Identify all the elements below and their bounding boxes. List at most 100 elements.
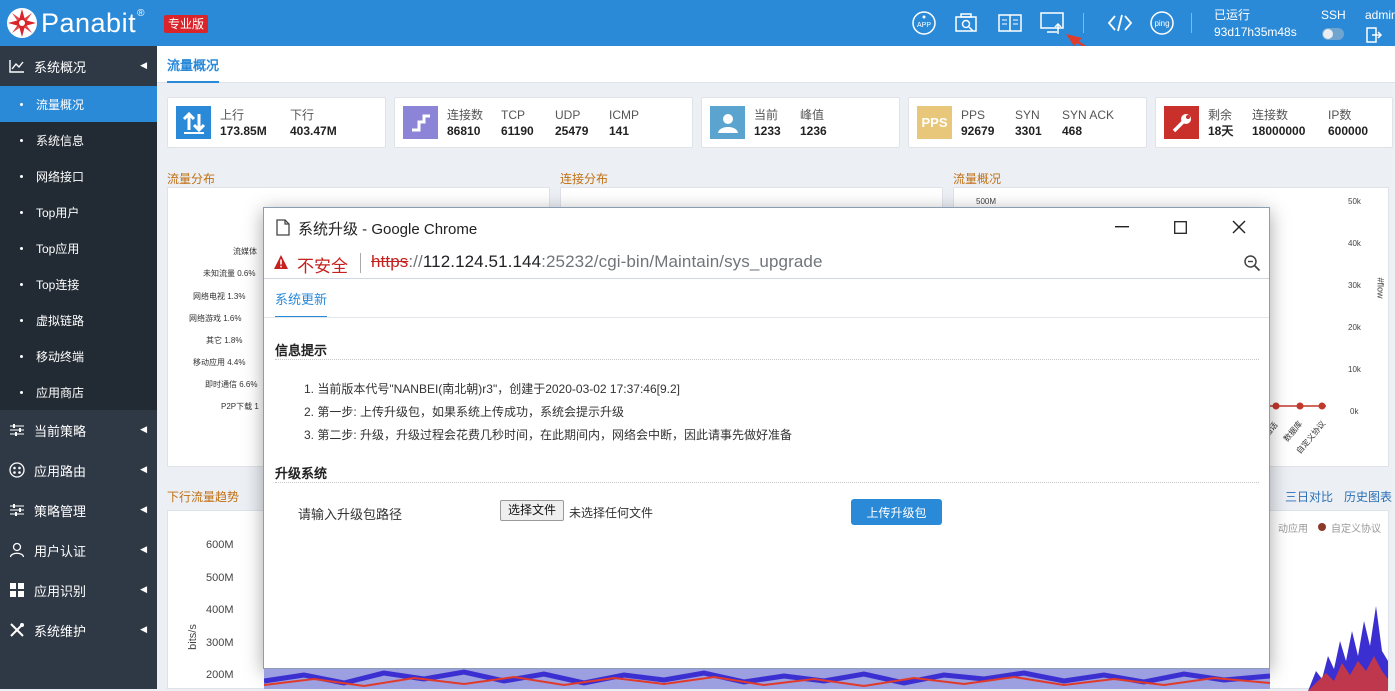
stat-value: 468	[1062, 124, 1083, 138]
sidebar-item-mobile-terminals[interactable]: 移动终端	[0, 338, 157, 374]
stat-value: 61190	[501, 124, 534, 138]
sidebar-item-virtual-links[interactable]: 虚拟链路	[0, 302, 157, 338]
left-axis-label: 500M	[976, 197, 997, 206]
stat-value: 141	[609, 124, 630, 138]
ssh-toggle-icon[interactable]	[1321, 27, 1346, 46]
caret-left-icon: ◀	[140, 584, 147, 594]
sidebar-item-label: 应用商店	[36, 385, 85, 400]
report-icon[interactable]	[995, 8, 1025, 38]
sidebar-section-overview[interactable]: 系统概况 ◀	[0, 46, 157, 86]
stat-icmp: ICMP 141	[609, 107, 639, 139]
minimize-button[interactable]	[1099, 213, 1145, 241]
caret-left-icon: ◀	[140, 624, 147, 634]
history-chart-link[interactable]: 历史图表	[1344, 488, 1392, 505]
maximize-icon	[1173, 220, 1187, 234]
bullet-icon	[20, 246, 23, 250]
right-axis-tick: 20k	[1348, 323, 1361, 332]
license-card: 剩余 18天 连接数 18000000 IP数 600000	[1155, 97, 1393, 148]
admin-label[interactable]: admin	[1365, 7, 1395, 24]
url-separator: ://	[408, 252, 423, 271]
stat-tcp: TCP 61190	[501, 107, 534, 139]
sidebar-section-app-routing[interactable]: 应用路由 ◀	[0, 450, 157, 490]
right-axis-tick: 40k	[1348, 239, 1361, 248]
overview-submenu: 流量概况 系统信息 网络接口 Top用户 Top应用 Top连接 虚拟链路 移动…	[0, 86, 157, 410]
uptime-label: 已运行	[1214, 8, 1251, 22]
sidebar-section-current-policy[interactable]: 当前策略 ◀	[0, 410, 157, 450]
sidebar-section-label: 当前策略	[34, 423, 87, 439]
close-button[interactable]	[1216, 213, 1262, 241]
logo-star-icon	[6, 7, 38, 39]
stat-ip-count: IP数 600000	[1328, 107, 1368, 139]
ssh-block: SSH	[1321, 7, 1346, 46]
minimize-icon	[1115, 226, 1129, 228]
info-divider	[275, 359, 1259, 360]
updown-icon	[176, 106, 211, 139]
url-path: /cgi-bin/Maintain/sys_upgrade	[593, 252, 823, 271]
sidebar-section-user-auth[interactable]: 用户认证 ◀	[0, 530, 157, 570]
caret-left-icon: ◀	[140, 60, 147, 70]
sidebar-section-label: 应用路由	[34, 463, 87, 479]
address-bar[interactable]: 不安全 https://112.124.51.144:25232/cgi-bin…	[264, 246, 1269, 279]
stat-udp: UDP 25479	[555, 107, 588, 139]
popup-titlebar[interactable]: 系统升级 - Google Chrome	[264, 208, 1269, 246]
legend-mobile-app: 动应用	[1278, 524, 1308, 535]
stat-value: 25479	[555, 124, 589, 138]
sidebar-item-top-users[interactable]: Top用户	[0, 194, 157, 230]
app-icon[interactable]: APP	[909, 8, 939, 38]
flow-overview-title: 流量概况	[953, 172, 1002, 186]
right-axis-title: #flow	[1375, 277, 1386, 299]
legend-custom-protocol: 自定义协议	[1331, 524, 1381, 535]
edition-badge: 专业版	[164, 15, 209, 33]
sidebar-item-top-connections[interactable]: Top连接	[0, 266, 157, 302]
sidebar-item-interfaces[interactable]: 网络接口	[0, 158, 157, 194]
sidebar-item-traffic-overview[interactable]: 流量概况	[0, 86, 157, 122]
stat-syn-ack: SYN ACK 468	[1062, 107, 1114, 139]
trend-chart-strip	[264, 669, 1270, 689]
stat-label: IP数	[1328, 108, 1352, 122]
sidebar-item-label: Top应用	[36, 241, 80, 256]
sidebar-section-label: 用户认证	[34, 543, 87, 559]
caret-left-icon: ◀	[140, 544, 147, 554]
sidebar-item-app-store[interactable]: 应用商店	[0, 374, 157, 410]
search-device-icon[interactable]	[952, 8, 982, 38]
url-text[interactable]: https://112.124.51.144:25232/cgi-bin/Mai…	[371, 252, 823, 272]
three-day-compare-link[interactable]: 三日对比	[1285, 488, 1333, 505]
sidebar-section-app-identify[interactable]: 应用识别 ◀	[0, 570, 157, 610]
stat-label: 下行	[290, 108, 315, 122]
stat-upload: 上行 173.85M	[220, 107, 267, 139]
stat-syn: SYN 3301	[1015, 107, 1042, 139]
stat-label: SYN	[1015, 108, 1040, 122]
tools-icon	[8, 622, 26, 638]
tab-system-update[interactable]: 系统更新	[275, 289, 328, 318]
ping-icon-text: ping	[1154, 19, 1169, 28]
upload-package-button[interactable]: 上传升级包	[851, 499, 942, 525]
bullet-icon	[20, 174, 23, 178]
info-heading: 信息提示	[275, 343, 328, 358]
tab-traffic-overview[interactable]: 流量概况	[167, 55, 220, 83]
right-axis-tick: 0k	[1350, 407, 1359, 416]
uptime-block: 已运行 93d17h35m48s	[1214, 7, 1297, 41]
panabit-logo[interactable]: Panabit ®	[6, 6, 144, 40]
stat-download: 下行 403.47M	[290, 107, 337, 139]
stat-label: 峰值	[800, 108, 825, 122]
choose-file-button[interactable]: 选择文件	[500, 500, 565, 521]
sidebar-item-system-info[interactable]: 系统信息	[0, 122, 157, 158]
sidebar-section-label: 策略管理	[34, 503, 87, 519]
not-secure-label[interactable]: 不安全	[297, 252, 348, 277]
sidebar-section-maintenance[interactable]: 系统维护 ◀	[0, 610, 157, 650]
bullet-icon	[20, 354, 23, 358]
sidebar-item-top-apps[interactable]: Top应用	[0, 230, 157, 266]
stat-peak-users: 峰值 1236	[800, 107, 827, 139]
stat-value: 600000	[1328, 124, 1369, 138]
flow-dist-title: 流量分布	[167, 172, 216, 186]
zoom-icon[interactable]	[1243, 254, 1261, 272]
stat-label: ICMP	[609, 108, 639, 122]
url-host: 112.124.51.144	[422, 252, 542, 271]
popup-window-title: 系统升级 - Google Chrome	[298, 221, 478, 238]
logo-registered-mark: ®	[137, 7, 145, 19]
ping-icon[interactable]: ping	[1147, 8, 1177, 38]
maximize-button[interactable]	[1157, 213, 1203, 241]
stat-value: 1236	[800, 124, 827, 138]
sidebar-section-policy-mgmt[interactable]: 策略管理 ◀	[0, 490, 157, 530]
person-icon	[710, 106, 745, 139]
